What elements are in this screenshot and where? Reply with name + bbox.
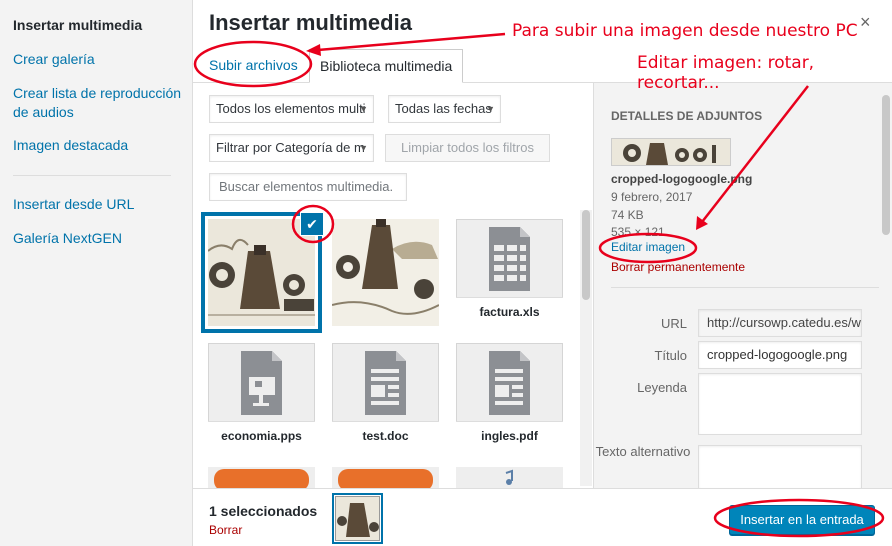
details-divider <box>611 287 879 288</box>
clear-selection-link[interactable]: Borrar <box>209 523 242 537</box>
attachment-details-heading: DETALLES DE ADJUNTOS <box>611 109 763 123</box>
alt-text-field[interactable] <box>698 445 862 488</box>
menu-item-insert-from-url[interactable]: Insertar desde URL <box>13 195 134 214</box>
media-item-partial-1[interactable] <box>208 467 315 488</box>
tab-media-library[interactable]: Biblioteca multimedia <box>309 49 464 83</box>
details-scrollbar-thumb[interactable] <box>882 95 890 235</box>
document-icon <box>489 351 530 415</box>
title-field[interactable]: cropped-logogoogle.png <box>698 341 862 369</box>
attachment-dimensions: 535 × 121 <box>611 225 665 237</box>
selected-check-icon[interactable]: ✔ <box>300 212 324 236</box>
upload-annotation: Para subir una imagen desde nuestro PC <box>512 21 858 41</box>
attachment-filename: cropped-logogoogle.png <box>611 172 753 186</box>
menu-item-featured-image[interactable]: Imagen destacada <box>13 136 128 155</box>
presentation-icon <box>241 351 282 415</box>
date-filter-value: Todas las fechas <box>395 101 492 116</box>
caption-label: Leyenda <box>637 380 687 395</box>
logo-preview <box>612 139 730 165</box>
attachment-date: 9 febrero, 2017 <box>611 190 693 204</box>
media-item-filename: test.doc <box>332 421 439 450</box>
edit-annotation: Editar imagen: rotar, recortar... <box>637 53 815 93</box>
clear-filters-button[interactable]: Limpiar todos los filtros <box>385 134 550 162</box>
media-item-partial-3[interactable] <box>456 467 563 488</box>
doodle-image <box>208 219 315 326</box>
category-filter-value: Filtrar por Categoría de m <box>216 140 365 155</box>
audio-icon <box>456 467 563 488</box>
menu-item-create-audio-playlist[interactable]: Crear lista de reproducción de audios <box>13 84 183 122</box>
doodle-image <box>332 219 439 326</box>
insert-into-post-button[interactable]: Insertar en la entrada <box>729 505 875 535</box>
menu-item-create-gallery[interactable]: Crear galería <box>13 50 95 69</box>
media-item-factura[interactable]: factura.xls <box>456 219 563 326</box>
media-item-filename: factura.xls <box>456 297 563 326</box>
caption-field[interactable] <box>698 373 862 435</box>
grid-scrollbar-thumb[interactable] <box>582 210 590 300</box>
media-type-filter-value: Todos los elementos multi <box>216 101 366 116</box>
category-filter[interactable]: Filtrar por Categoría de m ▼ <box>209 134 374 162</box>
image-preview <box>208 467 315 488</box>
menu-item-insert-media[interactable]: Insertar multimedia <box>13 16 142 35</box>
details-scrollbar[interactable] <box>880 95 892 486</box>
modal-title: Insertar multimedia <box>209 10 412 35</box>
media-item-partial-2[interactable] <box>332 467 439 488</box>
selection-thumbnail[interactable] <box>335 496 380 541</box>
grid-scrollbar[interactable] <box>580 210 592 486</box>
media-menu: Insertar multimedia Crear galería Crear … <box>0 0 193 546</box>
menu-item-nextgen-gallery[interactable]: Galería NextGEN <box>13 229 122 248</box>
media-item-test-doc[interactable]: test.doc <box>332 343 439 450</box>
close-icon[interactable]: × <box>860 12 871 33</box>
spreadsheet-icon <box>489 227 530 291</box>
attachment-size: 74 KB <box>611 208 644 222</box>
tab-upload-files[interactable]: Subir archivos <box>199 49 308 83</box>
media-item-ingles-pdf[interactable]: ingles.pdf <box>456 343 563 450</box>
chevron-down-icon: ▼ <box>486 104 495 114</box>
document-icon <box>365 351 406 415</box>
title-label: Título <box>654 348 687 363</box>
media-item-filename: economia.pps <box>208 421 315 450</box>
media-type-filter[interactable]: Todos los elementos multi ▼ <box>209 95 374 123</box>
image-preview <box>332 467 439 488</box>
menu-separator <box>13 175 171 176</box>
alt-text-label: Texto alternativo <box>595 444 691 459</box>
chevron-down-icon: ▼ <box>359 104 368 114</box>
url-field[interactable]: http://cursowp.catedu.es/w <box>698 309 862 337</box>
media-item-economia[interactable]: economia.pps <box>208 343 315 450</box>
media-item-image-1[interactable] <box>208 219 315 326</box>
media-item-image-2[interactable] <box>332 219 439 326</box>
date-filter[interactable]: Todas las fechas ▼ <box>388 95 501 123</box>
url-label: URL <box>660 316 687 331</box>
doodle-image <box>336 497 379 540</box>
edit-image-link[interactable]: Editar imagen <box>611 240 685 254</box>
delete-permanently-link[interactable]: Borrar permanentemente <box>611 260 745 274</box>
media-item-filename: ingles.pdf <box>456 421 563 450</box>
chevron-down-icon: ▼ <box>359 143 368 153</box>
attachment-thumbnail <box>611 138 731 166</box>
search-input[interactable]: Buscar elementos multimedia. <box>209 173 407 201</box>
selection-count: 1 seleccionados <box>209 503 318 519</box>
